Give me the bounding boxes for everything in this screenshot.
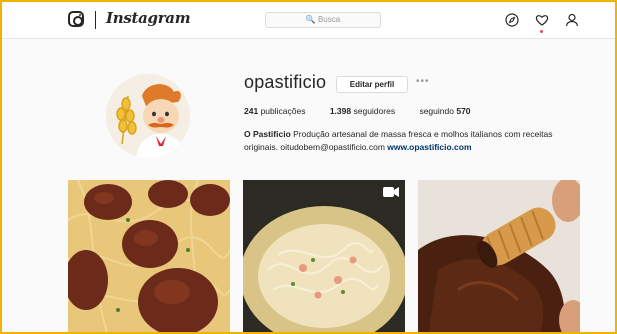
more-options-icon[interactable]: ••• [416, 76, 430, 87]
explore-compass-icon[interactable] [505, 13, 519, 27]
creamy-pasta-bowl-photo [243, 180, 405, 332]
followers-count: 1.398 [329, 106, 352, 116]
edit-profile-button[interactable]: Editar perfil [336, 76, 408, 93]
posts-stat[interactable]: 241 publicações [244, 106, 305, 116]
profile-avatar[interactable] [106, 74, 190, 158]
posts-count: 241 [244, 106, 259, 116]
post-tile-creamy-pasta[interactable] [243, 180, 405, 332]
bio-website-link[interactable]: www.opastificio.com [387, 142, 471, 152]
meatballs-pasta-photo [68, 180, 230, 332]
activity-heart-icon[interactable] [535, 13, 549, 27]
posts-label: publicações [260, 106, 306, 116]
profile-bio: O Pastificio Produção artesanal de massa… [244, 128, 584, 154]
followers-stat[interactable]: 1.398 seguidores [330, 106, 395, 116]
following-stat[interactable]: seguindo 570 [419, 106, 470, 116]
notification-dot [540, 30, 543, 33]
cannoli-chocolate-photo [418, 180, 580, 332]
bio-name: O Pastificio [244, 129, 291, 139]
post-tile-cannoli[interactable] [418, 180, 580, 332]
following-count: 570 [456, 106, 471, 116]
top-navigation-bar: Instagram 🔍 Busca [2, 2, 615, 39]
post-tile-meatballs[interactable] [68, 180, 230, 332]
instagram-glyph-icon[interactable] [68, 11, 84, 27]
chef-avatar-illustration [106, 74, 190, 158]
bio-text-line1: Produção artesanal de massa fresca e mol… [293, 129, 553, 139]
search-input[interactable]: 🔍 Busca [265, 12, 381, 28]
profile-stats: 241 publicações 1.398 seguidores seguind… [244, 106, 493, 116]
profile-username: opastificio [244, 72, 327, 92]
instagram-wordmark[interactable]: Instagram [106, 9, 191, 27]
video-camera-icon [383, 187, 399, 197]
bio-text-line2: originais. oitudobem@opastificio.com [244, 142, 385, 152]
followers-label: seguidores [353, 106, 396, 116]
following-label: seguindo [419, 106, 454, 116]
profile-person-icon[interactable] [565, 13, 579, 27]
browser-frame: Instagram 🔍 Busca opastificio Editar per… [0, 0, 617, 334]
logo-divider [95, 11, 96, 29]
